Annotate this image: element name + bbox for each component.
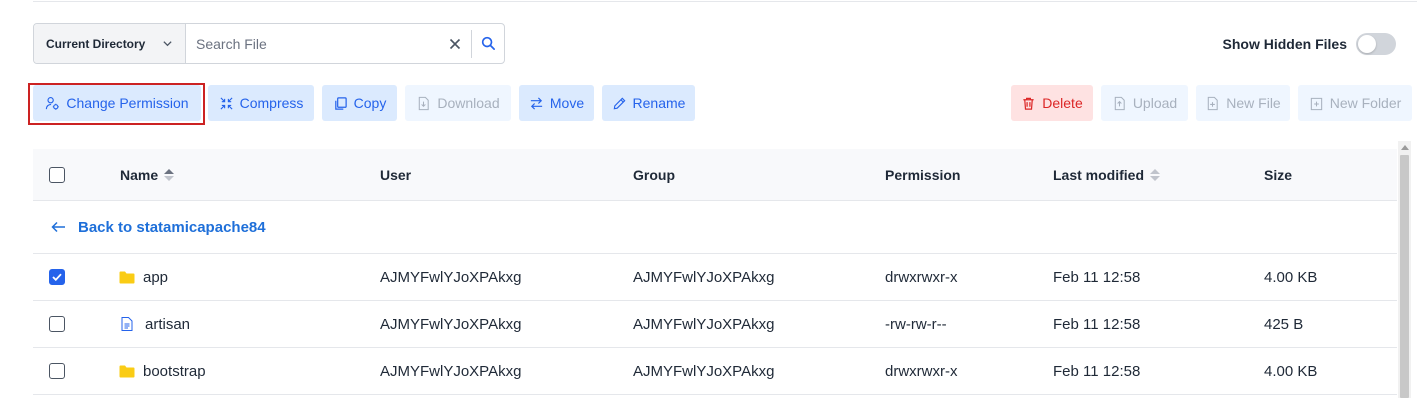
file-name: artisan bbox=[145, 315, 191, 333]
permission-cell: -rw-rw-r-- bbox=[885, 315, 947, 333]
modified-cell: Feb 11 12:58 bbox=[1053, 315, 1141, 333]
permission-cell: drwxrwxr-x bbox=[885, 268, 958, 286]
upload-label: Upload bbox=[1132, 95, 1178, 111]
sort-icon bbox=[164, 168, 175, 181]
group-cell: AJMYFwlYJoXPAkxg bbox=[633, 315, 775, 333]
file-name-cell[interactable]: app bbox=[119, 254, 168, 300]
search-icon bbox=[481, 36, 495, 50]
top-divider bbox=[33, 1, 1417, 2]
check-icon bbox=[52, 273, 62, 281]
back-row: Back to statamicapache84 bbox=[33, 201, 1397, 254]
name-column-header[interactable]: Name bbox=[120, 149, 175, 200]
file-name-cell[interactable]: artisan bbox=[121, 301, 190, 347]
scroll-up-arrow[interactable] bbox=[1401, 145, 1409, 150]
table-header: Name User Group Permission Last modified… bbox=[33, 149, 1397, 201]
file-download-icon bbox=[419, 96, 430, 110]
file-upload-icon bbox=[1114, 96, 1125, 110]
scroll-thumb[interactable] bbox=[1400, 155, 1409, 398]
file-name: bootstrap bbox=[143, 362, 206, 380]
row-checkbox[interactable] bbox=[49, 269, 65, 285]
folder-icon bbox=[119, 271, 135, 283]
arrows-swap-icon bbox=[530, 96, 542, 110]
folder-icon bbox=[119, 365, 135, 377]
copy-button[interactable]: Copy bbox=[322, 85, 397, 121]
chevron-down-icon bbox=[163, 41, 172, 47]
pencil-icon bbox=[613, 97, 625, 109]
group-cell: AJMYFwlYJoXPAkxg bbox=[633, 362, 775, 380]
compress-icon bbox=[220, 96, 233, 110]
file-table: Name User Group Permission Last modified… bbox=[33, 149, 1397, 398]
download-label: Download bbox=[437, 95, 500, 111]
user-cell: AJMYFwlYJoXPAkxg bbox=[380, 362, 522, 380]
modified-cell: Feb 11 12:58 bbox=[1053, 362, 1141, 380]
search-button[interactable] bbox=[472, 24, 504, 63]
search-input[interactable] bbox=[186, 24, 443, 63]
close-icon bbox=[449, 38, 461, 49]
modified-cell: Feb 11 12:58 bbox=[1053, 268, 1141, 286]
copy-icon bbox=[334, 96, 347, 110]
table-row[interactable]: app AJMYFwlYJoXPAkxg AJMYFwlYJoXPAkxg dr… bbox=[33, 254, 1397, 301]
compress-label: Compress bbox=[239, 95, 304, 111]
clear-search-button[interactable] bbox=[443, 32, 467, 56]
upload-button[interactable]: Upload bbox=[1101, 85, 1188, 121]
table-row[interactable]: bootstrap AJMYFwlYJoXPAkxg AJMYFwlYJoXPA… bbox=[33, 348, 1397, 395]
rename-button[interactable]: Rename bbox=[602, 85, 695, 121]
move-button[interactable]: Move bbox=[519, 85, 594, 121]
file-name-cell[interactable]: bootstrap bbox=[119, 348, 206, 394]
scrollbar[interactable] bbox=[1398, 141, 1411, 398]
last-modified-header-label: Last modified bbox=[1053, 166, 1145, 183]
new-file-button[interactable]: New File bbox=[1196, 85, 1290, 121]
row-checkbox[interactable] bbox=[49, 316, 65, 332]
back-link[interactable]: Back to statamicapache84 bbox=[51, 201, 266, 253]
selection-highlight bbox=[28, 83, 205, 125]
user-column-header: User bbox=[380, 166, 412, 183]
delete-label: Delete bbox=[1042, 95, 1083, 111]
group-column-header: Group bbox=[633, 166, 675, 183]
last-modified-column-header[interactable]: Last modified bbox=[1053, 149, 1161, 200]
name-header-label: Name bbox=[120, 166, 159, 183]
new-file-label: New File bbox=[1226, 95, 1281, 111]
size-column-header: Size bbox=[1264, 166, 1293, 183]
file-icon bbox=[121, 317, 133, 331]
directory-select-label: Current Directory bbox=[46, 36, 146, 51]
folder-plus-icon bbox=[1310, 97, 1322, 110]
trash-icon bbox=[1023, 97, 1034, 110]
search-bar: Current Directory bbox=[33, 23, 505, 64]
sort-icon bbox=[1150, 168, 1161, 181]
user-cell: AJMYFwlYJoXPAkxg bbox=[380, 268, 522, 286]
rename-label: Rename bbox=[632, 95, 686, 111]
directory-select[interactable]: Current Directory bbox=[34, 24, 186, 63]
row-checkbox[interactable] bbox=[49, 363, 65, 379]
delete-button[interactable]: Delete bbox=[1011, 85, 1093, 121]
show-hidden-files-label: Show Hidden Files bbox=[1222, 36, 1347, 52]
show-hidden-files-toggle[interactable] bbox=[1356, 33, 1396, 55]
move-label: Move bbox=[549, 95, 585, 111]
file-plus-icon bbox=[1208, 96, 1218, 110]
size-cell: 4.00 KB bbox=[1264, 362, 1318, 380]
table-row[interactable]: artisan AJMYFwlYJoXPAkxg AJMYFwlYJoXPAkx… bbox=[33, 301, 1397, 348]
permission-column-header: Permission bbox=[885, 166, 961, 183]
download-button[interactable]: Download bbox=[405, 85, 511, 121]
compress-button[interactable]: Compress bbox=[208, 85, 314, 121]
new-folder-label: New Folder bbox=[1329, 95, 1402, 111]
permission-cell: drwxrwxr-x bbox=[885, 362, 958, 380]
arrow-left-icon bbox=[51, 221, 65, 233]
back-link-label: Back to statamicapache84 bbox=[78, 218, 266, 236]
file-name: app bbox=[143, 268, 169, 286]
group-cell: AJMYFwlYJoXPAkxg bbox=[633, 268, 775, 286]
size-cell: 4.00 KB bbox=[1264, 268, 1318, 286]
user-cell: AJMYFwlYJoXPAkxg bbox=[380, 315, 522, 333]
show-hidden-files-control: Show Hidden Files bbox=[1223, 33, 1396, 55]
toggle-knob bbox=[1358, 35, 1376, 53]
new-folder-button[interactable]: New Folder bbox=[1298, 85, 1412, 121]
select-all-cell bbox=[49, 149, 65, 200]
select-all-checkbox[interactable] bbox=[49, 166, 65, 183]
size-cell: 425 B bbox=[1264, 315, 1304, 333]
copy-label: Copy bbox=[353, 95, 387, 111]
